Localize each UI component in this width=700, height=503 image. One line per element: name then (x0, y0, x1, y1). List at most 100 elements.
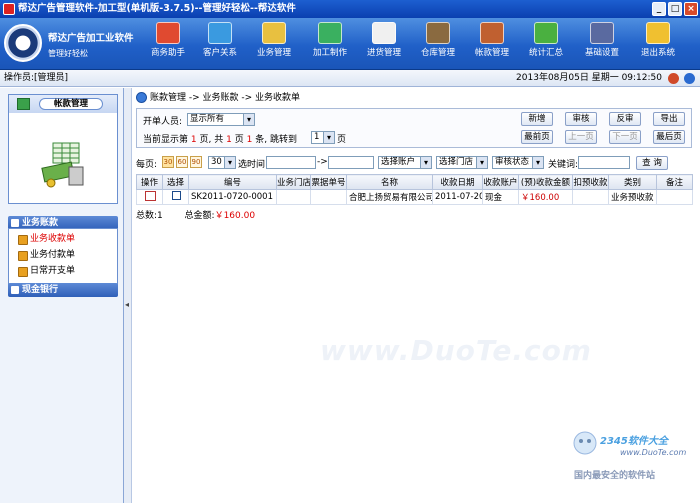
col-header-account[interactable]: 收款账户 (482, 174, 519, 190)
status-bar: 操作员:[管理员] 2013年08月05日 星期一 09:12:50 (0, 70, 700, 87)
corner-slogan: 国内最安全的软件站 (574, 471, 656, 481)
assistant-icon (156, 22, 180, 44)
help-icon[interactable] (684, 73, 695, 84)
panel-splitter[interactable]: ◂ (124, 88, 132, 503)
accounts-panel-title: 帐款管理 (39, 98, 103, 110)
col-header-date[interactable]: 收款日期 (432, 174, 483, 190)
collapse-arrow-icon: ◂ (125, 300, 130, 309)
close-button[interactable]: × (684, 2, 698, 16)
data-table: 操作 选择 编号 业务门店 票据单号 名称 收款日期 收款账户 (预)收款金额 … (136, 174, 693, 205)
toolbar-processing[interactable]: 加工制作 (302, 22, 358, 68)
sidebar-item-business-receipt[interactable]: 业务收款单 (16, 232, 75, 246)
col-header-action[interactable]: 操作 (136, 174, 163, 190)
store-select[interactable]: 选择门店 (436, 156, 488, 169)
toolbar-customer-relations[interactable]: 客户关系 (192, 22, 248, 68)
notepad-icon (372, 22, 396, 44)
jump-page-select[interactable]: 1 (311, 131, 335, 144)
col-header-store[interactable]: 业务门店 (276, 174, 311, 190)
total-pages: 1 (226, 135, 232, 145)
query-button[interactable]: 查 询 (636, 156, 668, 170)
end-date-input[interactable] (328, 156, 374, 169)
export-button[interactable]: 导出 (653, 112, 685, 126)
toolbar-purchasing[interactable]: 进货管理 (356, 22, 412, 68)
toolbar-statistics[interactable]: 统计汇总 (518, 22, 574, 68)
cell-select[interactable] (162, 189, 189, 205)
money-calculator-icon (41, 142, 84, 188)
per-page-label: 每页: (136, 160, 158, 170)
col-header-remark[interactable]: 备注 (656, 174, 693, 190)
cell-date: 2011-07-20 (432, 189, 483, 205)
total-label: 总金额: (184, 211, 215, 221)
cell-name: 合肥上扬贸易有限公司 (346, 189, 433, 205)
account-select[interactable]: 选择账户 (378, 156, 432, 169)
col-header-amount[interactable]: (预)收款金额 (518, 174, 573, 190)
first-page-button[interactable]: 最前页 (521, 130, 553, 144)
page-size-30[interactable]: 30 (162, 156, 174, 168)
row-checkbox[interactable] (172, 191, 181, 200)
app-icon (3, 3, 15, 15)
col-header-bill-no[interactable]: 票据单号 (310, 174, 347, 190)
cell-category: 业务预收款 (608, 189, 657, 205)
logo-disc-icon (4, 24, 42, 62)
status-select[interactable]: 审核状态 (492, 156, 544, 169)
keyword-input[interactable] (578, 156, 630, 169)
ledger-icon (480, 22, 504, 44)
cell-store (276, 189, 311, 205)
accounts-panel-header: 帐款管理 (9, 95, 117, 113)
count-value: 1 (157, 211, 163, 221)
logo-title: 帮达广告加工业软件 (48, 33, 134, 44)
toolbar-business-assistant[interactable]: 商务助手 (140, 22, 196, 68)
time-label: 选时间 (238, 160, 266, 170)
toolbar-settings[interactable]: 基础设置 (574, 22, 630, 68)
col-header-category[interactable]: 类别 (608, 174, 657, 190)
toolbar-accounts[interactable]: 帐款管理 (464, 22, 520, 68)
toolbar-warehouse[interactable]: 仓库管理 (410, 22, 466, 68)
edit-icon[interactable] (145, 190, 156, 201)
col-header-deduct[interactable]: 扣预收款 (572, 174, 609, 190)
section-cash-bank[interactable]: 现金银行 (8, 283, 118, 297)
refresh-icon[interactable] (668, 73, 679, 84)
page-size-select[interactable]: 30 (208, 156, 236, 169)
review-button[interactable]: 审核 (565, 112, 597, 126)
col-header-select[interactable]: 选择 (162, 174, 189, 190)
blocks-icon (318, 22, 342, 44)
sidebar-item-daily-expense[interactable]: 日常开支单 (16, 264, 75, 278)
main-toolbar: 帮达广告加工业软件 管理好轻松 商务助手 客户关系 业务管理 加工制作 进货管理… (0, 18, 700, 70)
cube-icon (17, 98, 30, 110)
col-header-name[interactable]: 名称 (346, 174, 433, 190)
table-row[interactable]: SK2011-0720-0001 合肥上扬贸易有限公司 2011-07-20 现… (136, 189, 693, 205)
col-header-number[interactable]: 编号 (188, 174, 277, 190)
opener-label: 开单人员: (143, 117, 183, 127)
prev-page-button[interactable]: 上一页 (565, 130, 597, 144)
watermark: www.DuoTe.com (320, 334, 592, 367)
sidebar-item-business-payment[interactable]: 业务付款单 (16, 248, 75, 262)
page-size-60[interactable]: 60 (176, 156, 188, 168)
maximize-button[interactable]: □ (668, 2, 682, 16)
datetime-display: 2013年08月05日 星期一 09:12:50 (516, 73, 662, 83)
corner-brand: 2345软件大全 (600, 436, 668, 447)
total-value: ￥160.00 (214, 211, 256, 221)
cell-action[interactable] (136, 189, 163, 205)
breadcrumb-text: 账款管理 -> 业务账款 -> 业务收款单 (150, 93, 301, 103)
warehouse-icon (426, 22, 450, 44)
new-button[interactable]: 新增 (521, 112, 553, 126)
accounts-panel: 帐款管理 (8, 94, 118, 204)
corner-watermark: 2345软件大全 www.DuoTe.com 国内最安全的软件站 (570, 430, 695, 500)
summary-row: 总数:1 总金额:￥160.00 (136, 210, 692, 223)
toolbar-business-management[interactable]: 业务管理 (246, 22, 302, 68)
chart-icon (534, 22, 558, 44)
unreview-button[interactable]: 反审 (609, 112, 641, 126)
minimize-button[interactable]: _ (652, 2, 666, 16)
opener-select[interactable]: 显示所有 (187, 113, 255, 126)
exit-icon (646, 22, 670, 44)
next-page-button[interactable]: 下一页 (609, 130, 641, 144)
control-panel: 开单人员: 显示所有 当前显示第 1 页, 共 1 页 1 条, 跳转到 1 页… (136, 108, 692, 148)
page-size-90[interactable]: 90 (190, 156, 202, 168)
sidebar: 帐款管理 业务账款 业务收款单 业务付款单 日常开支单 现金银行 (0, 88, 124, 503)
start-date-input[interactable] (266, 156, 316, 169)
window-title: 帮达广告管理软件-加工型(单机版-3.7.5)--管理好轻松--帮达软件 (18, 3, 296, 14)
count-label: 总数: (136, 211, 158, 221)
cell-amount: ￥160.00 (518, 189, 573, 205)
toolbar-exit[interactable]: 退出系统 (630, 22, 686, 68)
last-page-button[interactable]: 最后页 (653, 130, 685, 144)
